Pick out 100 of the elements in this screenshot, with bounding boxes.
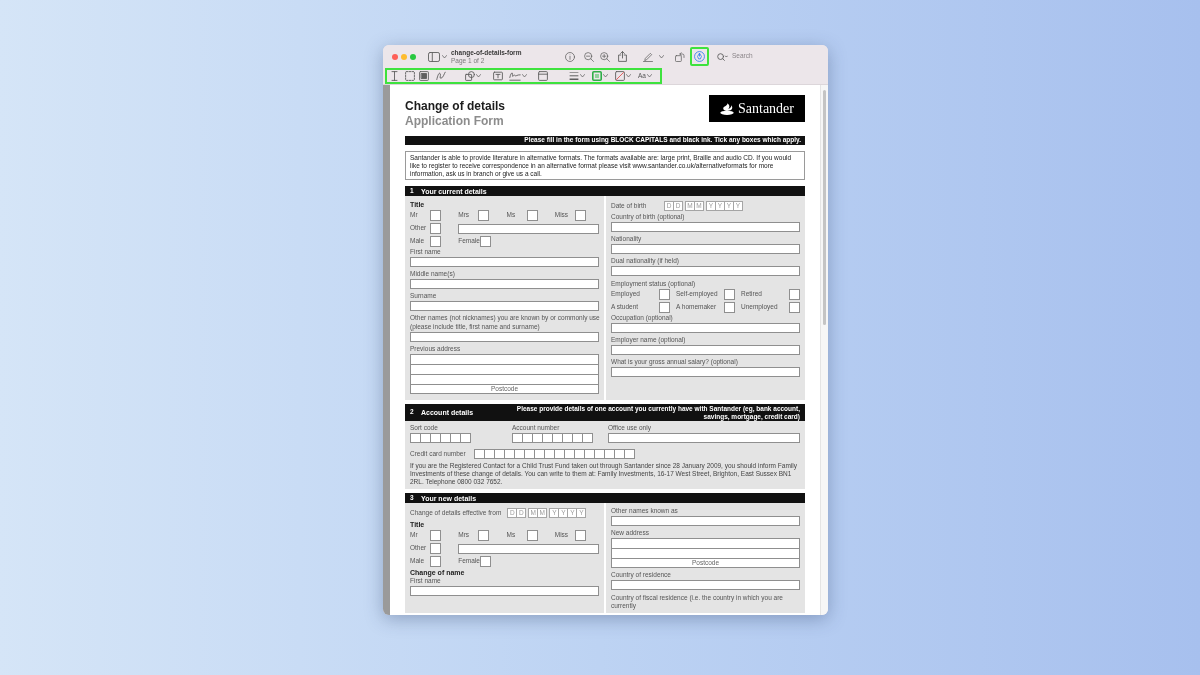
text-field[interactable] <box>458 223 599 234</box>
form-title: Change of details <box>405 99 505 114</box>
digit-box[interactable] <box>440 433 451 443</box>
sidebar-button[interactable] <box>428 51 447 62</box>
checkbox[interactable] <box>430 210 441 221</box>
digit-box[interactable] <box>514 449 525 459</box>
highlight-button[interactable] <box>643 51 653 62</box>
info-icon <box>565 51 575 62</box>
highlight-menu-button[interactable] <box>659 54 664 59</box>
digit-box[interactable] <box>524 449 535 459</box>
note-button[interactable] <box>538 71 548 81</box>
zoom-out-button[interactable] <box>584 51 594 62</box>
text-field[interactable] <box>608 433 800 443</box>
scrollbar-thumb[interactable] <box>823 90 826 325</box>
line-style-icon <box>569 71 579 81</box>
text-field[interactable] <box>410 279 599 289</box>
flame-icon <box>720 102 734 115</box>
share-button[interactable] <box>618 51 627 62</box>
text-select-button[interactable] <box>390 71 399 81</box>
checkbox[interactable] <box>479 236 491 247</box>
sketch-button[interactable] <box>436 71 446 81</box>
digit-box[interactable] <box>504 449 515 459</box>
checkbox[interactable] <box>789 302 800 313</box>
checkbox[interactable] <box>430 236 441 247</box>
filled-square-icon <box>419 71 429 81</box>
digit-box[interactable] <box>532 433 543 443</box>
markup-button[interactable] <box>690 47 709 66</box>
digit-box[interactable] <box>484 449 495 459</box>
digit-box[interactable] <box>582 433 593 443</box>
digit-box[interactable] <box>574 449 585 459</box>
checkbox[interactable] <box>659 302 670 313</box>
square-outline-icon <box>592 71 602 81</box>
digit-box[interactable] <box>584 449 595 459</box>
digit-box[interactable] <box>494 449 505 459</box>
digit-box[interactable] <box>512 433 523 443</box>
text-cursor-icon <box>390 71 399 81</box>
checkbox[interactable] <box>479 556 491 567</box>
digit-box[interactable] <box>522 433 533 443</box>
digit-box[interactable] <box>572 433 583 443</box>
checkbox[interactable] <box>789 289 800 300</box>
checkbox[interactable] <box>430 543 441 554</box>
checkbox[interactable] <box>478 210 490 221</box>
text-field[interactable] <box>611 345 800 355</box>
digit-box[interactable] <box>564 449 575 459</box>
digit-box[interactable] <box>552 433 563 443</box>
close-button[interactable] <box>392 53 398 60</box>
zoom-in-button[interactable] <box>600 51 610 62</box>
sign-button[interactable] <box>509 71 527 81</box>
digit-box[interactable] <box>604 449 615 459</box>
redact-button[interactable] <box>419 71 429 81</box>
digit-box[interactable] <box>614 449 625 459</box>
digit-box[interactable] <box>542 433 553 443</box>
text-field[interactable] <box>410 301 599 311</box>
text-field[interactable] <box>611 323 800 333</box>
digit-box[interactable] <box>474 449 485 459</box>
border-color-button[interactable] <box>592 71 608 81</box>
checkbox[interactable] <box>526 210 538 221</box>
text-field[interactable] <box>410 586 599 596</box>
digit-box[interactable] <box>554 449 565 459</box>
caret-icon <box>476 74 481 78</box>
text-field[interactable] <box>611 367 800 377</box>
text-field[interactable] <box>458 543 599 554</box>
digit-box[interactable] <box>594 449 605 459</box>
fill-color-button[interactable] <box>615 71 631 81</box>
text-field[interactable] <box>410 332 599 342</box>
checkbox[interactable] <box>430 223 441 234</box>
rotate-button[interactable] <box>675 51 685 62</box>
digit-box[interactable] <box>562 433 573 443</box>
text-field[interactable] <box>611 516 800 526</box>
digit-box[interactable] <box>534 449 545 459</box>
digit-box[interactable] <box>624 449 635 459</box>
zoom-button[interactable] <box>410 53 416 60</box>
checkbox[interactable] <box>430 556 441 567</box>
digit-box[interactable] <box>410 433 421 443</box>
text-field[interactable] <box>611 580 800 590</box>
text-field[interactable] <box>611 222 800 232</box>
signature-icon <box>509 71 521 81</box>
checkbox[interactable] <box>574 530 586 541</box>
checkbox[interactable] <box>574 210 586 221</box>
digit-box[interactable] <box>544 449 555 459</box>
digit-box[interactable] <box>420 433 431 443</box>
digit-box[interactable] <box>430 433 441 443</box>
dashed-square-icon <box>405 71 415 81</box>
shapes-button[interactable] <box>465 71 481 81</box>
info-button[interactable] <box>565 51 575 62</box>
checkbox[interactable] <box>478 530 490 541</box>
text-box-button[interactable] <box>493 71 503 81</box>
digit-box[interactable] <box>460 433 471 443</box>
checkbox[interactable] <box>724 302 735 313</box>
line-style-button[interactable] <box>569 71 585 81</box>
pen-tip-icon <box>694 51 705 62</box>
text-field[interactable] <box>611 244 800 254</box>
checkbox[interactable] <box>724 289 735 300</box>
text-field[interactable] <box>410 257 599 267</box>
checkbox[interactable] <box>659 289 670 300</box>
digit-box[interactable] <box>450 433 461 443</box>
checkbox[interactable] <box>430 530 441 541</box>
text-field[interactable] <box>611 266 800 276</box>
checkbox[interactable] <box>526 530 538 541</box>
rectangle-select-button[interactable] <box>405 71 415 81</box>
